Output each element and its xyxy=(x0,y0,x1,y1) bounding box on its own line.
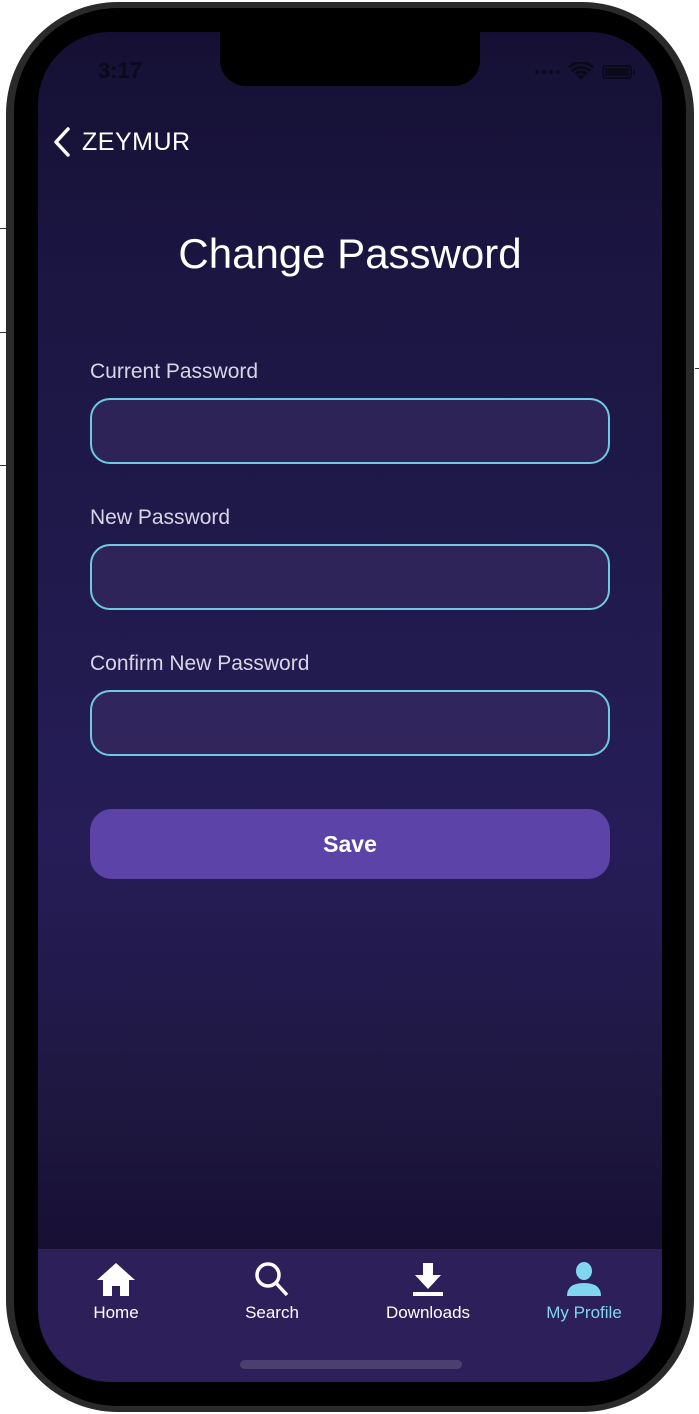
back-button[interactable]: ZEYMUR xyxy=(52,126,191,158)
new-password-label: New Password xyxy=(90,506,231,529)
app-screen: 3:17 ZEYMUR Change Password Current Pass… xyxy=(38,32,662,1382)
home-indicator xyxy=(240,1360,462,1369)
home-icon xyxy=(97,1263,135,1296)
tab-my-profile[interactable]: My Profile xyxy=(524,1261,644,1323)
wifi-icon xyxy=(568,62,594,80)
current-password-field: Current Password xyxy=(90,360,610,464)
notch xyxy=(220,32,480,86)
battery-icon xyxy=(602,65,635,79)
tab-search[interactable]: Search xyxy=(212,1261,332,1323)
new-password-input[interactable] xyxy=(90,544,610,610)
status-icons xyxy=(535,62,635,82)
chevron-left-icon xyxy=(54,127,70,157)
tab-downloads-label: Downloads xyxy=(385,1303,471,1322)
confirm-password-field: Confirm New Password xyxy=(90,652,610,756)
save-button[interactable]: Save xyxy=(90,809,610,879)
signal-icon xyxy=(535,70,560,74)
tab-home[interactable]: Home xyxy=(56,1261,176,1323)
current-password-label: Current Password xyxy=(90,360,259,383)
download-icon xyxy=(413,1263,443,1296)
page-title: Change Password xyxy=(178,230,522,277)
search-icon xyxy=(255,1262,289,1297)
profile-icon xyxy=(567,1262,601,1296)
status-time: 3:17 xyxy=(98,58,143,83)
tab-my-profile-label: My Profile xyxy=(546,1303,622,1322)
confirm-password-input[interactable] xyxy=(90,690,610,756)
tab-downloads[interactable]: Downloads xyxy=(368,1261,488,1323)
tab-search-label: Search xyxy=(245,1303,299,1322)
current-password-input[interactable] xyxy=(90,398,610,464)
new-password-field: New Password xyxy=(90,506,610,610)
tab-home-label: Home xyxy=(93,1303,139,1322)
back-label: ZEYMUR xyxy=(82,127,191,156)
confirm-password-label: Confirm New Password xyxy=(90,652,310,675)
frame-tick xyxy=(695,368,699,369)
